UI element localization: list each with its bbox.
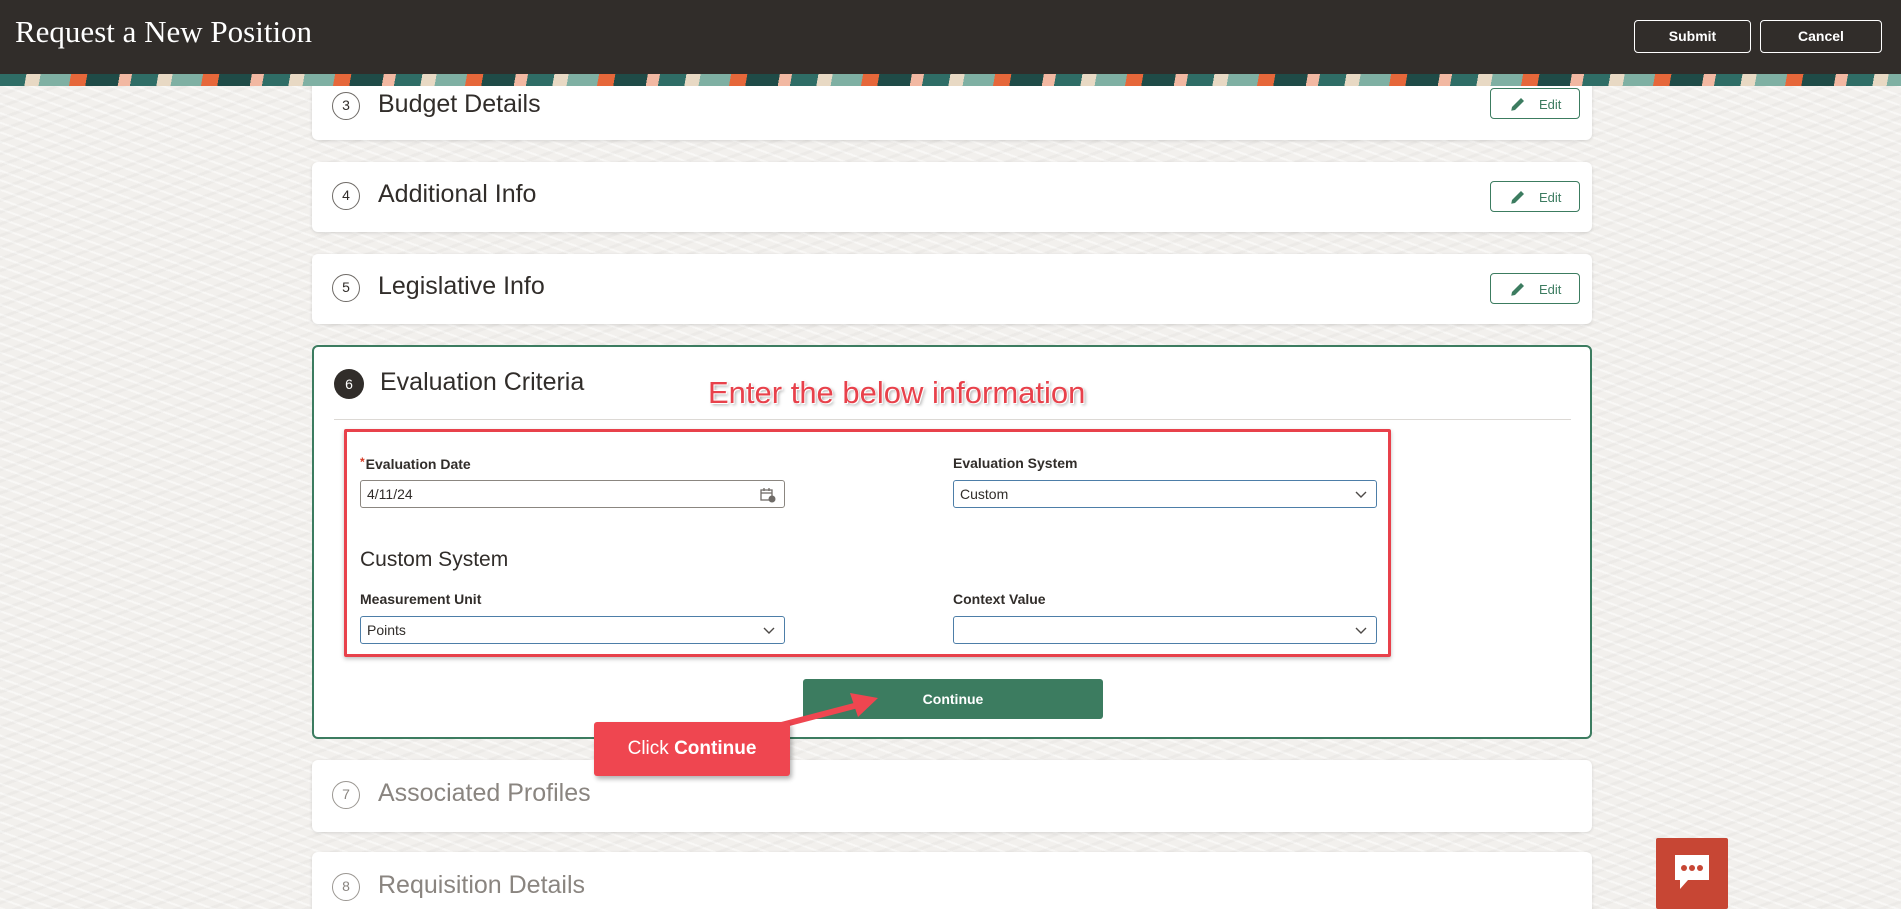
step-number: 6 [334, 369, 364, 399]
edit-budget-button[interactable]: Edit [1490, 88, 1580, 119]
pencil-icon [1511, 191, 1524, 204]
section-title: Evaluation Criteria [380, 368, 585, 396]
divider [334, 419, 1571, 420]
section-legislative-info: 5 Legislative Info Edit [312, 254, 1592, 324]
section-title: Requisition Details [378, 871, 586, 899]
cancel-button[interactable]: Cancel [1760, 20, 1882, 53]
submit-button[interactable]: Submit [1634, 20, 1751, 53]
page-title: Request a New Position [15, 14, 313, 49]
section-title: Budget Details [378, 90, 541, 118]
section-associated-profiles: 7 Associated Profiles [312, 760, 1592, 832]
section-title: Legislative Info [378, 272, 545, 300]
edit-legislative-button[interactable]: Edit [1490, 273, 1580, 304]
edit-additional-button[interactable]: Edit [1490, 181, 1580, 212]
chat-button[interactable] [1656, 838, 1728, 909]
chat-icon [1675, 855, 1709, 889]
section-additional-info: 4 Additional Info Edit [312, 162, 1592, 232]
annotation-highlight-box [344, 429, 1391, 657]
decorative-banner [0, 74, 1901, 86]
step-number: 8 [332, 873, 360, 901]
pencil-icon [1511, 283, 1524, 296]
step-number: 3 [332, 92, 360, 120]
step-number: 4 [332, 182, 360, 210]
continue-button[interactable]: Continue [803, 679, 1103, 719]
annotation-instruction: Enter the below information [708, 375, 1086, 410]
annotation-callout: Click Continue [594, 722, 790, 776]
section-title: Associated Profiles [378, 779, 591, 807]
pencil-icon [1511, 98, 1524, 111]
page-header: Request a New Position Submit Cancel [0, 0, 1901, 74]
section-requisition-details: 8 Requisition Details [312, 852, 1592, 909]
step-number: 5 [332, 274, 360, 302]
section-title: Additional Info [378, 180, 537, 208]
step-number: 7 [332, 781, 360, 809]
